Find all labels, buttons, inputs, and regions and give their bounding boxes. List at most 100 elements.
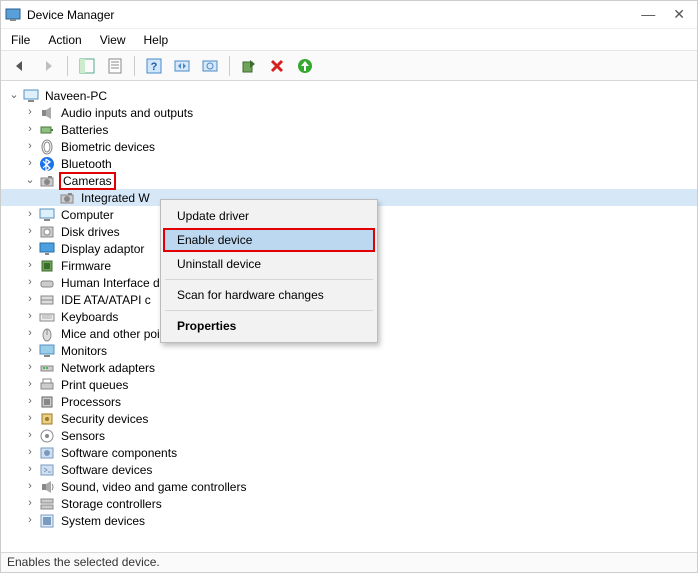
expand-toggle[interactable]: › [23,379,37,390]
help-button[interactable]: ? [143,55,165,77]
tree-category[interactable]: › Software devices [1,461,697,478]
context-enable-device[interactable]: Enable device [163,228,375,252]
expand-toggle[interactable]: ⌄ [7,90,21,101]
menu-view[interactable]: View [100,33,126,47]
tree-category[interactable]: › Sensors [1,427,697,444]
expand-toggle[interactable]: › [23,430,37,441]
tree-category[interactable]: ⌄Cameras [1,172,697,189]
expand-toggle[interactable]: › [23,260,37,271]
device-manager-window: Device Manager — ✕ File Action View Help… [0,0,698,573]
tree-category-label: Audio inputs and outputs [59,106,195,120]
uninstall-device-button[interactable] [266,55,288,77]
tree-category[interactable]: › Storage controllers [1,495,697,512]
expand-toggle[interactable]: › [23,464,37,475]
tree-root-label: Naveen-PC [43,89,109,103]
network-icon [39,360,55,376]
toolbar-separator [134,56,135,76]
expand-toggle[interactable]: › [23,226,37,237]
camera-icon [59,190,75,206]
tree-category[interactable]: ›Software components [1,444,697,461]
mouse-icon [39,326,55,342]
context-separator [165,310,373,311]
close-button[interactable]: ✕ [673,6,685,23]
titlebar: Device Manager — ✕ [1,1,697,29]
tree-category-label: Software devices [59,463,154,477]
expand-toggle[interactable]: › [23,481,37,492]
expand-toggle[interactable]: › [23,362,37,373]
expand-toggle[interactable]: › [23,328,37,339]
tree-category-label: Biometric devices [59,140,157,154]
disk-icon [39,224,55,240]
tree-category-label: Storage controllers [59,497,164,511]
expand-toggle[interactable]: › [23,396,37,407]
tree-category[interactable]: › Print queues [1,376,697,393]
tree-category[interactable]: › Batteries [1,121,697,138]
expand-toggle[interactable]: › [23,413,37,424]
expand-toggle[interactable]: ⌄ [23,175,37,186]
show-hide-tree-button[interactable] [76,55,98,77]
tree-category-label: Sensors [59,429,107,443]
tree-category-label: Print queues [59,378,130,392]
expand-toggle[interactable]: › [23,294,37,305]
expand-toggle[interactable]: › [23,209,37,220]
expand-toggle[interactable]: › [23,311,37,322]
context-update-driver[interactable]: Update driver [163,204,375,228]
tree-category[interactable]: ›Security devices [1,410,697,427]
tree-category[interactable]: › Audio inputs and outputs [1,104,697,121]
computer-icon [23,88,39,104]
tree-category[interactable]: › Processors [1,393,697,410]
tree-category-label: Monitors [59,344,109,358]
add-legacy-hardware-button[interactable] [294,55,316,77]
tree-category-label: Bluetooth [59,157,114,171]
tree-category[interactable]: › Bluetooth [1,155,697,172]
tree-category[interactable]: › Monitors [1,342,697,359]
enable-device-button[interactable] [238,55,260,77]
expand-toggle[interactable]: › [23,345,37,356]
tree-device-label: Integrated W [79,191,152,205]
expand-toggle[interactable]: › [23,107,37,118]
menu-file[interactable]: File [11,33,30,47]
expand-toggle[interactable]: › [23,141,37,152]
context-menu: Update driver Enable device Uninstall de… [160,199,378,343]
expand-toggle[interactable]: › [23,124,37,135]
tree-category[interactable]: › System devices [1,512,697,529]
back-button[interactable] [9,55,31,77]
monitor-icon [39,343,55,359]
toolbar-separator [67,56,68,76]
finger-icon [39,139,55,155]
minimize-button[interactable]: — [641,6,655,23]
storage-icon [39,496,55,512]
tree-category-label: Firmware [59,259,113,273]
tree-category[interactable]: › Network adapters [1,359,697,376]
expand-toggle[interactable]: › [23,277,37,288]
context-scan-hardware[interactable]: Scan for hardware changes [163,283,375,307]
context-properties[interactable]: Properties [163,314,375,338]
properties-button[interactable] [104,55,126,77]
context-uninstall-device[interactable]: Uninstall device [163,252,375,276]
tree-root[interactable]: ⌄ Naveen-PC [1,87,697,104]
expand-toggle[interactable]: › [23,498,37,509]
menu-help[interactable]: Help [144,33,169,47]
expand-toggle[interactable]: › [23,243,37,254]
forward-button[interactable] [37,55,59,77]
tree-category-label: Keyboards [59,310,120,324]
security-icon [39,411,55,427]
toolbar: ? [1,51,697,81]
tree-category-label: Network adapters [59,361,157,375]
tree-category-label: Processors [59,395,123,409]
printer-icon [39,377,55,393]
tree-category[interactable]: › Sound, video and game controllers [1,478,697,495]
update-driver-button[interactable] [199,55,221,77]
tree-category[interactable]: › Biometric devices [1,138,697,155]
tree-category-label: Sound, video and game controllers [59,480,248,494]
tree-category-label: Human Interface d [59,276,162,290]
device-tree[interactable]: ⌄ Naveen-PC › Audio inputs and outputs › Ba… [1,81,697,552]
tree-category-label: System devices [59,514,147,528]
menu-action[interactable]: Action [48,33,81,47]
scan-hardware-button[interactable] [171,55,193,77]
expand-toggle[interactable]: › [23,447,37,458]
expand-toggle[interactable]: › [23,515,37,526]
tree-category-label: Batteries [59,123,110,137]
expand-toggle[interactable]: › [23,158,37,169]
keyboard-icon [39,309,55,325]
